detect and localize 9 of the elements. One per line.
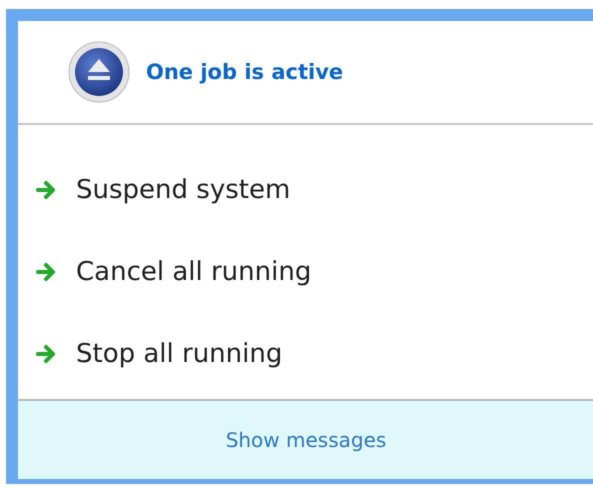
arrow-icon (36, 344, 58, 364)
action-link[interactable]: Cancel all running (76, 257, 312, 287)
arrow-icon (36, 262, 58, 282)
action-link[interactable]: Suspend system (76, 175, 290, 205)
arrow-icon (36, 180, 58, 200)
eject-icon (68, 41, 130, 103)
dialog-title: One job is active (146, 60, 344, 84)
action-link[interactable]: Stop all running (76, 339, 282, 369)
show-messages-link[interactable]: Show messages (226, 428, 386, 452)
